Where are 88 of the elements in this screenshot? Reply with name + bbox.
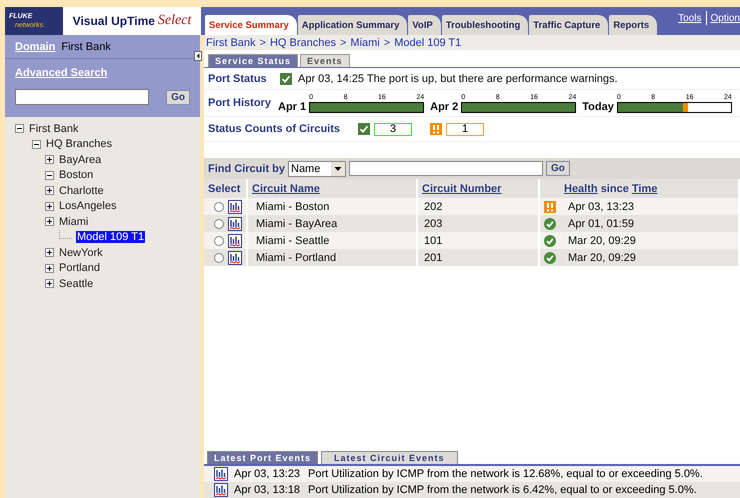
breadcrumb-link[interactable]: First Bank [206, 36, 256, 48]
breadcrumb-separator: > [384, 36, 390, 48]
graph-icon[interactable] [228, 216, 242, 230]
nav-tab[interactable]: Service Summary [205, 15, 297, 35]
breadcrumb-link[interactable]: Model 109 T1 [394, 36, 462, 48]
health-time: Mar 20, 09:29 [567, 234, 636, 246]
circuit-name: Miami - Boston [255, 200, 330, 212]
search-field[interactable] [15, 89, 149, 105]
nav-tab[interactable]: VoIP [408, 15, 441, 35]
top-link[interactable]: Tools [678, 12, 702, 24]
events-tab[interactable]: Latest Circuit Events [321, 451, 458, 464]
count-value: 3 [374, 122, 412, 136]
port-history-label: Port History [208, 97, 272, 109]
day-label: Today [582, 100, 614, 112]
top-link[interactable]: Option [710, 12, 740, 24]
go-button[interactable]: Go [546, 161, 570, 176]
nav-tab[interactable]: Application Summary [298, 15, 408, 35]
tree-item[interactable]: Model 109 T1 [76, 231, 146, 244]
collapse-box-icon[interactable] [15, 124, 24, 134]
sub-tab[interactable]: Service Status [208, 54, 298, 67]
radio-button[interactable] [214, 236, 224, 246]
column-header[interactable]: Time [632, 182, 658, 194]
expand-box-icon[interactable] [45, 202, 54, 211]
expand-box-icon[interactable] [45, 248, 54, 258]
tree-item[interactable]: First Bank [28, 122, 80, 135]
circuit-number: 101 [423, 234, 442, 246]
column-header: Select [208, 182, 240, 194]
find-field[interactable] [349, 161, 543, 176]
radio-button[interactable] [214, 252, 224, 262]
day-label: Apr 1 [278, 100, 306, 112]
collapse-box-icon[interactable] [32, 140, 41, 149]
graph-icon[interactable] [214, 483, 228, 497]
tree-item[interactable]: Seattle [58, 278, 94, 290]
event-time: Apr 03, 13:18 [234, 484, 302, 496]
circuit-number: 203 [423, 218, 442, 230]
health-time: Apr 01, 01:59 [567, 218, 634, 230]
radio-button[interactable] [214, 218, 224, 228]
domain-value: First Bank [61, 40, 111, 52]
graph-icon[interactable] [214, 467, 228, 481]
tree-item[interactable]: Miami [58, 216, 90, 228]
expand-box-icon[interactable] [45, 264, 54, 273]
breadcrumb-separator: > [340, 36, 346, 48]
breadcrumb-link[interactable]: HQ Branches [270, 36, 336, 48]
expand-box-icon[interactable] [45, 155, 54, 164]
sub-tab[interactable]: Events [300, 54, 350, 67]
graph-icon[interactable] [228, 200, 242, 214]
port-status-text: Apr 03, 14:25 The port is up, but there are performance warnings. [298, 72, 618, 84]
breadcrumb-link[interactable]: Miami [350, 36, 380, 48]
circuit-name: Miami - BayArea [255, 218, 338, 230]
graph-icon[interactable] [228, 234, 242, 248]
nav-tab[interactable]: Traffic Capture [529, 15, 608, 35]
circuit-number: 201 [423, 252, 442, 264]
column-header: since [600, 182, 629, 194]
collapse-icon[interactable] [194, 51, 202, 61]
events-tab[interactable]: Latest Port Events [207, 451, 318, 464]
tree-item[interactable]: Charlotte [58, 184, 105, 197]
radio-button[interactable] [214, 202, 224, 212]
product-title: Visual UpTime Select [63, 7, 201, 35]
health-time: Apr 03, 13:23 [567, 200, 634, 212]
event-text: Port Utilization by ICMP from the network is 12.68%, equal to or exceeding 5.0%. [308, 468, 703, 480]
tree-item[interactable]: Portland [58, 262, 101, 274]
column-header[interactable]: Health [564, 182, 598, 194]
nav-tab[interactable]: Reports [609, 15, 658, 35]
go-button[interactable]: Go [166, 90, 190, 104]
circuit-number: 202 [423, 200, 442, 212]
tree-item[interactable]: HQ Branches [45, 138, 114, 150]
find-dropdown[interactable]: Name [288, 160, 346, 176]
day-label: Apr 2 [430, 100, 458, 112]
health-time: Mar 20, 09:29 [567, 252, 636, 264]
collapse-box-icon[interactable] [45, 170, 54, 180]
expand-box-icon[interactable] [45, 186, 54, 196]
tree-item[interactable]: LosAngeles [58, 200, 118, 212]
breadcrumb-separator: > [260, 36, 266, 48]
status-counts-label: Status Counts of Circuits [208, 123, 342, 135]
tree-item[interactable]: Boston [58, 169, 94, 182]
tree-item[interactable]: NewYork [58, 246, 104, 259]
tree-item[interactable]: BayArea [58, 154, 102, 166]
graph-icon[interactable] [228, 250, 242, 264]
nav-tab[interactable]: Troubleshooting [442, 15, 528, 35]
circuit-name: Miami - Seattle [255, 234, 330, 246]
expand-box-icon[interactable] [45, 217, 54, 226]
expand-box-icon[interactable] [45, 279, 54, 288]
circuit-name: Miami - Portland [255, 252, 336, 264]
event-time: Apr 03, 13:23 [234, 468, 302, 480]
find-label: Find Circuit by [208, 162, 285, 174]
event-text: Port Utilization by ICMP from the network is 6.42%, equal to or exceeding 5.0%. [308, 484, 697, 496]
count-value: 1 [446, 122, 484, 136]
port-status-label: Port Status [208, 72, 268, 84]
